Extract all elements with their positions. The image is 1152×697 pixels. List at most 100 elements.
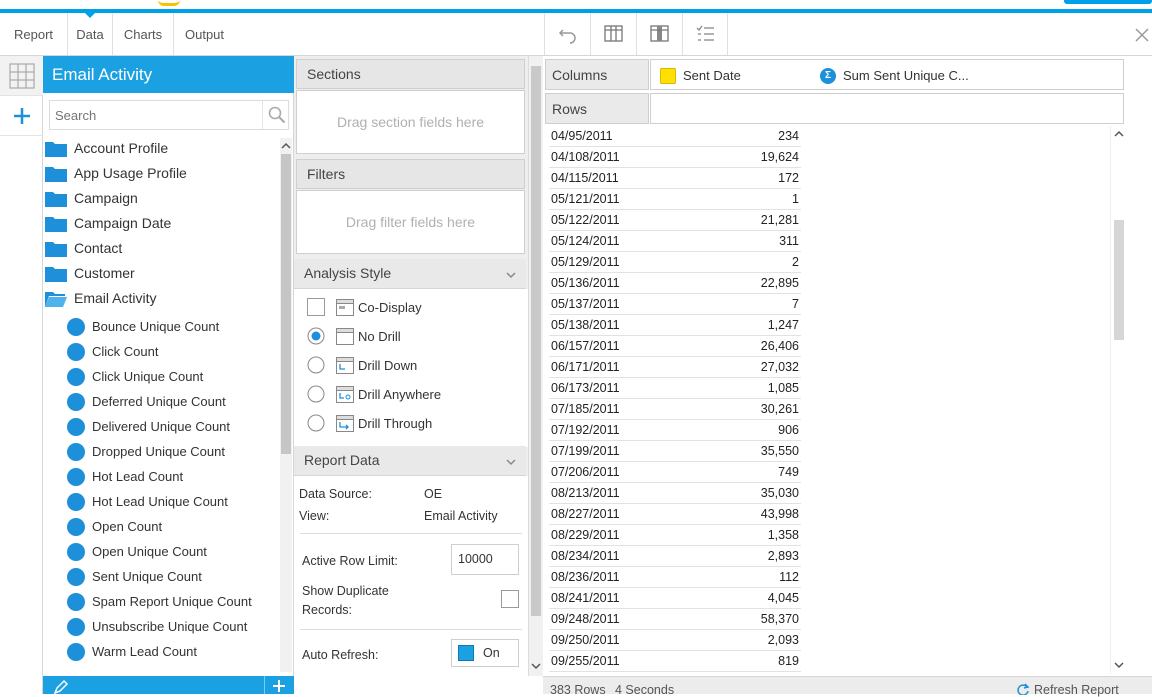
tab-charts[interactable]: Charts <box>113 13 174 55</box>
field-item[interactable]: Open Count <box>43 515 279 540</box>
option-no-drill[interactable]: No Drill <box>294 323 528 352</box>
sent-date-cell: 06/157/2011 <box>551 339 620 353</box>
field-item[interactable]: Delivered Unique Count <box>43 415 279 440</box>
search-input[interactable] <box>50 101 260 129</box>
table-layout-button[interactable] <box>590 13 636 55</box>
grid-view-button[interactable] <box>0 56 43 96</box>
undo-button[interactable] <box>544 13 590 55</box>
folder-item-open[interactable]: Email Activity <box>43 286 279 311</box>
folder-item[interactable]: Customer <box>43 261 279 286</box>
field-item[interactable]: Click Unique Count <box>43 365 279 390</box>
folder-item[interactable]: Account Profile <box>43 136 279 161</box>
scrollbar-thumb[interactable] <box>531 66 541 616</box>
sent-date-cell: 05/129/2011 <box>551 255 620 269</box>
row-limit-input[interactable]: 10000 <box>451 544 519 575</box>
table-row: 08/234/2011 2,893 <box>549 546 801 567</box>
field-item[interactable]: Unsubscribe Unique Count <box>43 615 279 640</box>
folder-item[interactable]: App Usage Profile <box>43 161 279 186</box>
columns-label: Columns <box>545 59 649 90</box>
rows-dropzone[interactable] <box>650 93 1124 124</box>
sum-sent-cell: 234 <box>778 129 799 143</box>
field-item[interactable]: Warm Lead Count <box>43 640 279 665</box>
metric-icon <box>67 518 85 536</box>
chevron-down-icon[interactable] <box>1113 660 1125 670</box>
scrollbar-thumb[interactable] <box>281 154 291 454</box>
field-label: Click Count <box>92 344 159 359</box>
tab-data[interactable]: Data <box>68 12 113 55</box>
chevron-up-icon[interactable] <box>1113 129 1125 139</box>
field-list-button[interactable] <box>682 13 728 55</box>
config-scrollbar[interactable] <box>528 56 543 676</box>
field-item[interactable]: Deferred Unique Count <box>43 390 279 415</box>
column-field-sum-sent[interactable]: Sum Sent Unique C... <box>843 68 969 83</box>
field-item[interactable]: Bounce Unique Count <box>43 315 279 340</box>
drill-anywhere-icon <box>336 386 354 403</box>
option-label: Drill Through <box>358 416 433 431</box>
option-label: Co-Display <box>358 300 422 315</box>
columns-dropzone[interactable]: Sent Date Σ Sum Sent Unique C... <box>650 59 1124 90</box>
folder-item[interactable]: Contact <box>43 236 279 261</box>
co-display-checkbox[interactable] <box>307 298 325 316</box>
field-item[interactable]: Hot Lead Count <box>43 465 279 490</box>
metric-icon <box>67 543 85 561</box>
add-button[interactable] <box>0 96 43 136</box>
field-item[interactable]: Sent Unique Count <box>43 565 279 590</box>
field-item[interactable]: Hot Lead Unique Count <box>43 490 279 515</box>
chevron-down-icon[interactable] <box>506 458 516 466</box>
chevron-down-icon[interactable] <box>506 271 516 279</box>
folder-item[interactable]: Campaign <box>43 186 279 211</box>
chevron-down-icon[interactable] <box>530 661 542 671</box>
pencil-icon[interactable] <box>53 679 69 695</box>
toggle-indicator <box>458 645 474 661</box>
sent-date-cell: 04/95/2011 <box>551 129 613 143</box>
row-limit-label: Active Row Limit: <box>302 554 398 568</box>
plus-icon[interactable] <box>272 679 286 693</box>
auto-refresh-toggle[interactable]: On <box>451 639 519 667</box>
sent-date-cell: 08/227/2011 <box>551 507 620 521</box>
close-icon[interactable] <box>1134 27 1150 43</box>
column-field-sent-date[interactable]: Sent Date <box>683 68 741 83</box>
radio-icon[interactable] <box>307 385 325 403</box>
refresh-report-button[interactable]: Refresh Report <box>1034 683 1119 697</box>
column-layout-button[interactable] <box>636 13 682 55</box>
option-drill-down[interactable]: Drill Down <box>294 352 528 381</box>
chevron-up-icon[interactable] <box>280 141 292 151</box>
refresh-icon[interactable] <box>1016 683 1030 695</box>
option-drill-through[interactable]: Drill Through <box>294 410 528 439</box>
field-item[interactable]: Click Count <box>43 340 279 365</box>
undo-icon <box>558 29 576 44</box>
tab-output[interactable]: Output <box>174 13 235 55</box>
option-drill-anywhere[interactable]: Drill Anywhere <box>294 381 528 410</box>
field-label: Open Count <box>92 519 163 534</box>
radio-selected-icon[interactable] <box>307 327 325 345</box>
search-button[interactable] <box>262 101 289 129</box>
header-button-fragment[interactable] <box>1064 0 1152 4</box>
sent-date-cell: 08/213/2011 <box>551 486 620 500</box>
filters-dropzone[interactable]: Drag filter fields here <box>296 190 525 254</box>
sum-sent-cell: 819 <box>778 654 799 668</box>
field-item[interactable]: Dropped Unique Count <box>43 440 279 465</box>
analysis-style-header[interactable]: Analysis Style <box>294 259 526 289</box>
show-duplicate-checkbox[interactable] <box>501 590 519 608</box>
sent-date-cell: 09/248/2011 <box>551 612 620 626</box>
sent-date-cell: 08/241/2011 <box>551 591 620 605</box>
columns-icon <box>650 25 669 42</box>
report-scrollbar[interactable] <box>1110 126 1126 674</box>
metric-icon <box>67 593 85 611</box>
field-item[interactable]: Spam Report Unique Count <box>43 590 279 615</box>
tab-report[interactable]: Report <box>0 13 68 55</box>
report-table: 04/95/2011 234 04/108/2011 19,624 04/115/201… <box>545 126 1113 674</box>
field-item[interactable]: Open Unique Count <box>43 540 279 565</box>
option-co-display[interactable]: Co-Display <box>294 294 528 323</box>
report-canvas: Columns Sent Date Σ Sum Sent Unique C...… <box>543 56 1152 694</box>
sum-sent-cell: 27,032 <box>760 360 799 374</box>
radio-icon[interactable] <box>307 356 325 374</box>
fields-panel-title: Email Activity <box>43 56 294 93</box>
scrollbar-thumb[interactable] <box>1114 220 1124 340</box>
report-data-header[interactable]: Report Data <box>294 446 526 476</box>
folder-item[interactable]: Campaign Date <box>43 211 279 236</box>
sections-dropzone[interactable]: Drag section fields here <box>296 90 525 154</box>
fields-scrollbar[interactable] <box>280 138 292 672</box>
radio-icon[interactable] <box>307 414 325 432</box>
option-label: Drill Down <box>358 358 418 373</box>
